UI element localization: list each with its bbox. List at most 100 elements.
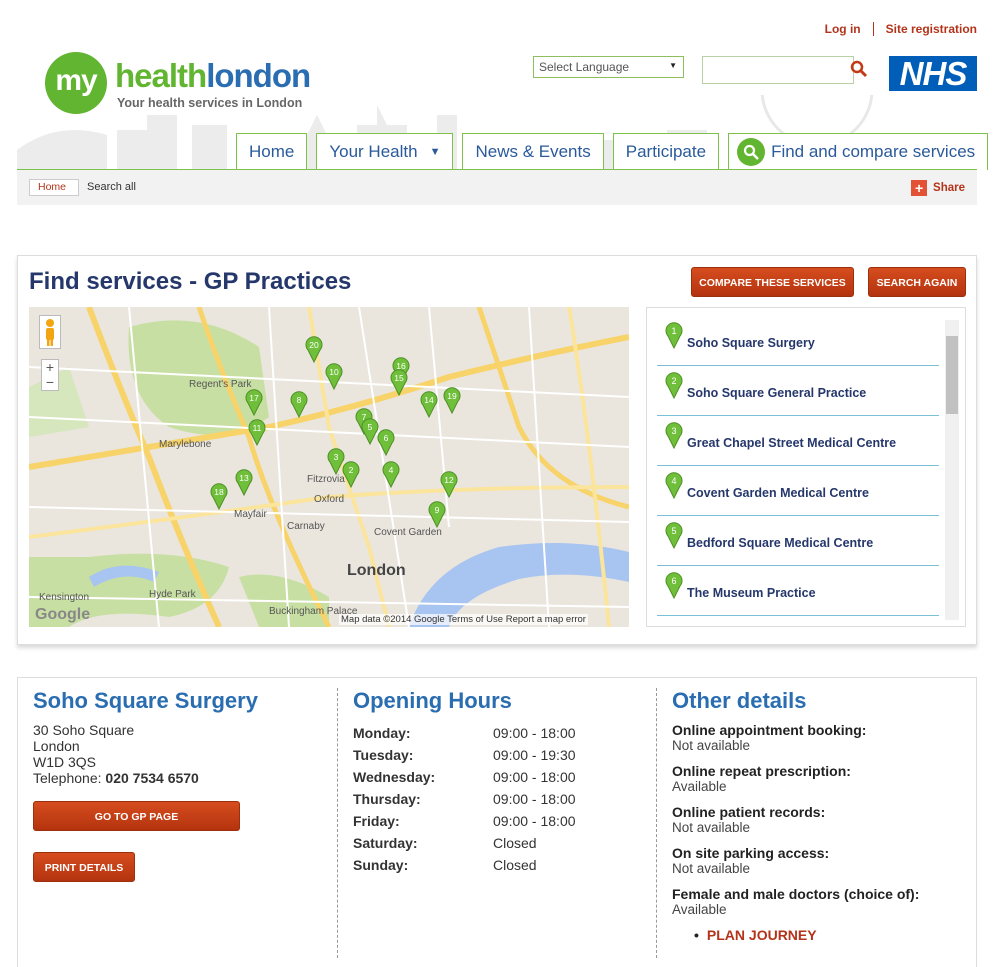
detail-value: Not available [672, 861, 751, 876]
map-pin-icon: 6 [665, 572, 683, 599]
list-item[interactable]: 1 Soho Square Surgery [657, 316, 939, 366]
detail-label: Online repeat prescription: [672, 763, 851, 779]
map-zoom-control[interactable]: + − [41, 359, 59, 391]
nav-your-health[interactable]: Your Health ▼ [316, 133, 454, 170]
practice-info: Soho Square Surgery 30 Soho Square Londo… [33, 678, 333, 967]
map-canvas[interactable]: Regent's Park Marylebone London Mayfair Hyde… [29, 307, 629, 627]
street-view-pegman-icon[interactable] [39, 315, 61, 349]
svg-text:6: 6 [671, 576, 676, 586]
day-label: Saturday: [353, 835, 418, 851]
other-details-title: Other details [672, 688, 807, 713]
map-pin-number: 8 [297, 395, 302, 405]
detail-value: Not available [672, 820, 751, 835]
map-place-label: Regent's Park [189, 379, 252, 390]
zoom-in-icon[interactable]: + [42, 360, 58, 375]
day-label: Tuesday: [353, 747, 414, 763]
logo-wordmark: healthlondon [115, 57, 311, 94]
nhs-logo[interactable]: NHS [889, 56, 977, 91]
map-pin-number: 19 [447, 391, 457, 401]
site-registration-link[interactable]: Site registration [872, 22, 977, 36]
breadcrumb: Home Search all + Share [17, 169, 977, 205]
service-name[interactable]: Great Chapel Street Medical Centre [687, 436, 896, 450]
page-title: Find services - GP Practices [29, 268, 352, 295]
map-pin-number: 18 [214, 487, 224, 497]
breadcrumb-home[interactable]: Home [29, 179, 80, 196]
map-place-label: Carnaby [287, 521, 325, 532]
detail-label: Online patient records: [672, 804, 826, 820]
practice-name: Soho Square Surgery [33, 688, 258, 713]
scrollbar-thumb[interactable] [946, 336, 958, 414]
list-item[interactable]: 3 Great Chapel Street Medical Centre [657, 416, 939, 466]
nav-participate[interactable]: Participate [612, 133, 720, 170]
day-label: Monday: [353, 725, 411, 741]
service-name[interactable]: The Museum Practice [687, 586, 816, 600]
hours-row: Thursday: 09:00 - 18:00 [353, 788, 643, 810]
search-again-button[interactable]: SEARCH AGAIN [868, 267, 966, 297]
nav-news-events[interactable]: News & Events [462, 133, 604, 170]
map-place-label: Mayfair [234, 509, 267, 520]
language-select[interactable]: Select Language ▼ [533, 56, 684, 78]
map-pin-icon: 1 [665, 322, 683, 349]
opening-hours: Opening Hours Monday: 09:00 - 18:00 Tuesda… [353, 678, 643, 967]
list-item[interactable]: 2 Soho Square General Practice [657, 366, 939, 416]
map-pin-number: 5 [368, 422, 373, 432]
search-icon[interactable] [850, 60, 868, 78]
day-hours: 09:00 - 18:00 [493, 791, 576, 807]
main-nav: Home Your Health ▼ News & Events Particip… [236, 133, 989, 170]
nav-find-compare[interactable]: Find and compare services [728, 133, 989, 170]
list-item[interactable]: 6 The Museum Practice [657, 566, 939, 616]
map-pin-number: 4 [389, 465, 394, 475]
svg-text:5: 5 [671, 526, 676, 536]
service-details: Soho Square Surgery 30 Soho Square Londo… [17, 677, 977, 967]
hours-row: Wednesday: 09:00 - 18:00 [353, 766, 643, 788]
zoom-out-icon[interactable]: − [42, 375, 58, 390]
column-divider [337, 688, 338, 958]
svg-text:3: 3 [671, 426, 676, 436]
service-name[interactable]: Soho Square Surgery [687, 336, 815, 350]
go-to-gp-page-button[interactable]: GO TO GP PAGE [33, 801, 240, 831]
practice-address: 30 Soho Square London W1D 3QS Telephone:… [33, 722, 199, 786]
day-hours: Closed [493, 835, 537, 851]
map-attribution[interactable]: Map data ©2014 Google Terms of Use Repor… [339, 614, 588, 625]
service-name[interactable]: Bedford Square Medical Centre [687, 536, 873, 550]
day-hours: 09:00 - 18:00 [493, 813, 576, 829]
column-divider [656, 688, 657, 958]
caret-down-icon: ▼ [429, 146, 441, 158]
map[interactable]: Regent's Park Marylebone London Mayfair Hyde… [29, 307, 629, 627]
map-pin-number: 20 [309, 340, 319, 350]
telephone-number: 020 7534 6570 [105, 770, 199, 786]
hours-row: Saturday: Closed [353, 832, 643, 854]
service-name[interactable]: Covent Garden Medical Centre [687, 486, 869, 500]
print-details-button[interactable]: PRINT DETAILS [33, 852, 135, 882]
map-place-label: Oxford [314, 494, 344, 505]
map-pin-icon: 4 [665, 472, 683, 499]
search-input[interactable] [702, 56, 854, 84]
find-search-icon [737, 138, 766, 166]
list-item[interactable]: 4 Covent Garden Medical Centre [657, 466, 939, 516]
map-pin-icon: 5 [665, 522, 683, 549]
login-link[interactable]: Log in [813, 22, 873, 36]
myhealthlondon-logo[interactable]: my healthlondon Your health services in … [45, 52, 335, 114]
map-pin-number: 17 [249, 393, 259, 403]
map-pin-number: 11 [253, 423, 262, 433]
day-hours: 09:00 - 19:30 [493, 747, 576, 763]
breadcrumb-current: Search all [87, 181, 136, 193]
svg-text:1: 1 [671, 326, 676, 336]
map-place-label: London [347, 562, 406, 579]
detail-label: On site parking access: [672, 845, 830, 861]
logo-circle: my [45, 52, 107, 114]
day-label: Wednesday: [353, 769, 436, 785]
list-item[interactable]: 5 Bedford Square Medical Centre [657, 516, 939, 566]
compare-services-button[interactable]: COMPARE THESE SERVICES [691, 267, 854, 297]
plan-journey-link[interactable]: PLAN JOURNEY [694, 927, 972, 943]
map-pin-number: 9 [435, 505, 440, 515]
nav-home[interactable]: Home [236, 133, 308, 170]
list-scrollbar[interactable] [945, 320, 959, 620]
service-name[interactable]: Soho Square General Practice [687, 386, 866, 400]
detail-value: Available [672, 779, 727, 794]
language-select-label: Select Language [539, 60, 630, 74]
map-pin-number: 13 [239, 473, 249, 483]
day-hours: 09:00 - 18:00 [493, 725, 576, 741]
other-details: Other details Online appointment booking… [672, 678, 972, 967]
share-button[interactable]: + Share [911, 180, 965, 196]
